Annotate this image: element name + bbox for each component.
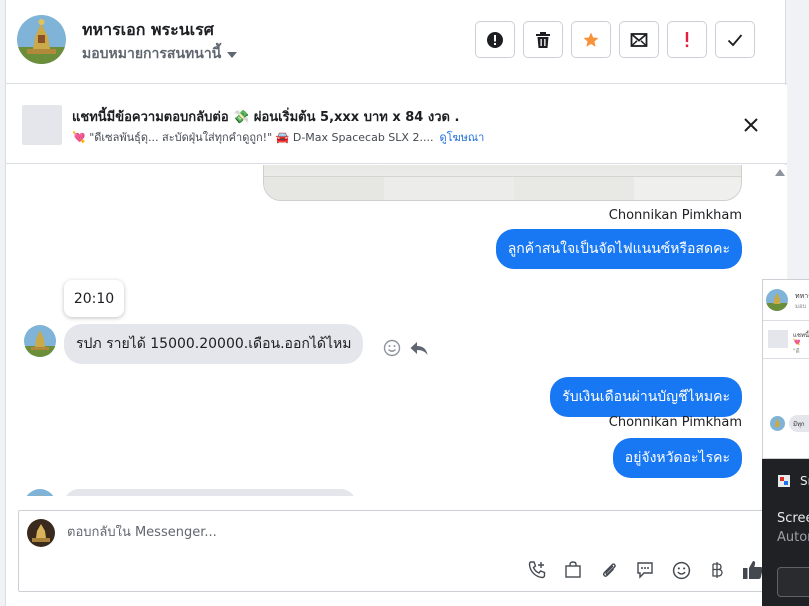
emoji-button[interactable] <box>669 558 693 582</box>
payment-button[interactable] <box>705 558 729 582</box>
incoming-message[interactable]: รปภ รายได้ 15000.20000.เดือน.ออกได้ไหม <box>64 324 364 364</box>
ad-subtitle: 💘 "ดีเซลพันธุ์ดุ... สะบัดฝุ่นใส่ทุกคำดูถ… <box>72 128 484 146</box>
outgoing-message[interactable]: อยู่จังหวัดอะไรคะ <box>612 438 742 478</box>
close-icon <box>744 118 758 132</box>
caret-down-icon <box>227 52 238 58</box>
photo-floor-tile <box>264 176 384 200</box>
mini-conversation-preview[interactable]: ทหาร มอบ แชทนี้ 💘 "ดี มีทุก <box>762 279 809 459</box>
notification-title: Scree <box>777 511 809 526</box>
mini-ad-subtitle: 💘 "ดี <box>793 339 801 355</box>
exclamation-icon <box>685 31 689 47</box>
conversation-panel: ทหารเอก พระนเรศ มอบหมายการสนทนานี้ แชทนี… <box>5 0 787 606</box>
notification-app-name: Sr <box>800 474 809 488</box>
scroll-up-arrow-icon[interactable] <box>775 169 785 176</box>
contact-avatar-small[interactable] <box>24 489 56 496</box>
photo-floor-tile <box>514 176 634 200</box>
mail-unread-icon <box>630 32 648 47</box>
mini-avatar <box>766 289 788 311</box>
ad-subtitle-text: 💘 "ดีเซลพันธุ์ดุ... สะบัดฝุ่นใส่ทุกคำดูถ… <box>72 131 434 144</box>
sender-name: Chonnikan Pimkham <box>608 208 742 223</box>
mark-spam-button[interactable] <box>475 21 515 58</box>
star-icon <box>583 32 599 47</box>
thumbs-up-icon <box>743 561 763 579</box>
baht-icon <box>712 562 723 578</box>
mini-ad-thumbnail <box>768 330 788 348</box>
divider <box>763 320 809 321</box>
ad-context-bar: แชทนี้มีข้อความตอบกลับต่อ 💸 ผ่อนเริ่มต้น… <box>6 85 787 164</box>
contact-avatar-small[interactable] <box>24 325 56 357</box>
chat-bubble-icon <box>637 562 653 579</box>
incoming-message-partial[interactable] <box>64 489 356 496</box>
close-ad-bar-button[interactable] <box>740 114 762 136</box>
outgoing-message[interactable]: รับเงินเดือนผ่านบัญชีไหมคะ <box>550 377 742 417</box>
phone-plus-icon <box>528 561 546 579</box>
app-root: ทหารเอก พระนเรศ มอบหมายการสนทนานี้ แชทนี… <box>0 0 809 606</box>
photo-floor-tile <box>634 176 741 200</box>
alert-circle-icon <box>487 31 503 48</box>
shopping-bag-icon <box>565 561 581 578</box>
shared-photo[interactable] <box>263 165 742 201</box>
outgoing-message[interactable]: ลูกค้าสนใจเป็นจัดไฟแนนซ์หรือสดคะ <box>495 229 742 269</box>
mark-done-button[interactable] <box>715 21 755 58</box>
mark-unread-button[interactable] <box>619 21 659 58</box>
ad-title: แชทนี้มีข้อความตอบกลับต่อ 💸 ผ่อนเริ่มต้น… <box>72 110 460 125</box>
contact-avatar[interactable] <box>17 15 66 64</box>
notification-body: Autor <box>777 530 809 545</box>
mini-assign-label: มอบ <box>795 303 807 310</box>
assign-conversation-dropdown[interactable]: มอบหมายการสนทนานี้ <box>82 43 238 65</box>
add-call-button[interactable] <box>525 558 549 582</box>
mini-message-bubble: มีทุก <box>789 415 809 432</box>
mark-important-button[interactable] <box>667 21 707 58</box>
header-toolbar <box>475 21 755 58</box>
ad-thumbnail <box>22 105 62 145</box>
reply-input[interactable] <box>67 525 567 540</box>
paperclip-icon <box>603 563 616 577</box>
timestamp-tooltip: 20:10 <box>64 280 124 317</box>
assign-label: มอบหมายการสนทนานี้ <box>82 46 222 62</box>
message-thread[interactable]: Chonnikan Pimkham ลูกค้าสนใจเป็นจัดไฟแนน… <box>6 165 787 496</box>
photo-floor-tile <box>384 176 514 200</box>
contact-name: ทหารเอก พระนเรศ <box>82 20 214 39</box>
notification-action-button[interactable] <box>777 567 809 597</box>
smiley-icon <box>672 561 690 579</box>
conversation-header: ทหารเอก พระนเรศ มอบหมายการสนทนานี้ <box>6 0 787 84</box>
snipping-tool-icon <box>778 475 790 487</box>
sender-name: Chonnikan Pimkham <box>608 415 742 430</box>
reply-composer <box>18 510 778 592</box>
divider <box>763 358 809 359</box>
star-button[interactable] <box>571 21 611 58</box>
react-emoji-icon[interactable] <box>383 339 401 357</box>
saved-replies-button[interactable] <box>633 558 657 582</box>
view-ad-link[interactable]: ดูโฆษณา <box>439 131 484 144</box>
delete-button[interactable] <box>523 21 563 58</box>
mini-avatar-small <box>770 416 785 431</box>
reply-icon[interactable] <box>409 339 429 357</box>
screenshot-notification[interactable]: Sr Scree Autor <box>762 459 809 606</box>
page-avatar <box>27 519 55 547</box>
checkmark-icon <box>727 33 743 46</box>
composer-toolbar <box>525 558 765 582</box>
shop-button[interactable] <box>561 558 585 582</box>
message-actions <box>383 339 429 357</box>
attach-file-button[interactable] <box>597 558 621 582</box>
trash-icon <box>536 31 550 48</box>
